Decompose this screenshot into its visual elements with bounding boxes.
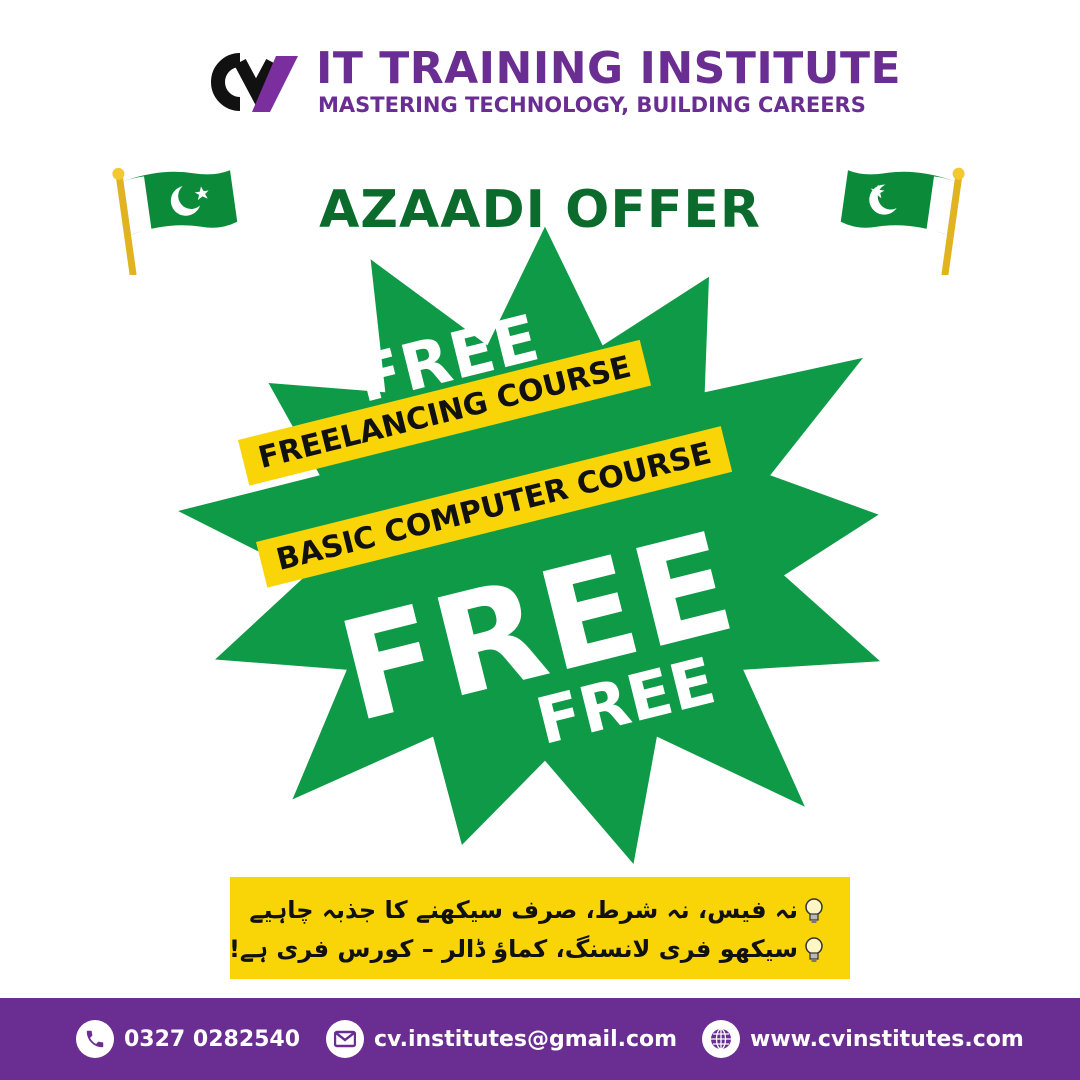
lightbulb-icon xyxy=(805,936,823,962)
website-url: www.cvinstitutes.com xyxy=(750,1026,1024,1052)
email-contact[interactable]: cv.institutes@gmail.com xyxy=(326,1018,677,1060)
urdu-line-1: نہ فیس، نہ شرط، صرف سیکھنے کا جذبہ چاہیے xyxy=(249,891,824,930)
urdu-line-1-text: نہ فیس، نہ شرط، صرف سیکھنے کا جذبہ چاہیے xyxy=(249,896,798,924)
contact-footer: 0327 0282540 cv.institutes@gmail.com www… xyxy=(0,998,1080,1080)
urdu-message-box: نہ فیس، نہ شرط، صرف سیکھنے کا جذبہ چاہیے… xyxy=(229,877,850,979)
cv-logo-icon xyxy=(211,53,298,112)
phone-number: 0327 0282540 xyxy=(124,1026,301,1052)
website-contact[interactable]: www.cvinstitutes.com xyxy=(702,1018,1024,1060)
brand-title: IT TRAINING INSTITUTE xyxy=(316,43,902,94)
brand-tagline: MASTERING TECHNOLOGY, BUILDING CAREERS xyxy=(318,93,866,117)
email-address: cv.institutes@gmail.com xyxy=(374,1026,678,1052)
phone-contact[interactable]: 0327 0282540 xyxy=(76,1018,300,1060)
offer-title: AZAADI OFFER xyxy=(319,180,761,240)
mail-icon xyxy=(326,1020,364,1058)
urdu-line-2: سیکھو فری لانسنگ، کماؤ ڈالر – کورس فری ہ… xyxy=(229,930,824,969)
urdu-line-2-text: سیکھو فری لانسنگ، کماؤ ڈالر – کورس فری ہ… xyxy=(228,935,798,963)
lightbulb-icon xyxy=(805,897,823,923)
phone-icon xyxy=(76,1020,114,1058)
globe-icon xyxy=(702,1020,740,1058)
